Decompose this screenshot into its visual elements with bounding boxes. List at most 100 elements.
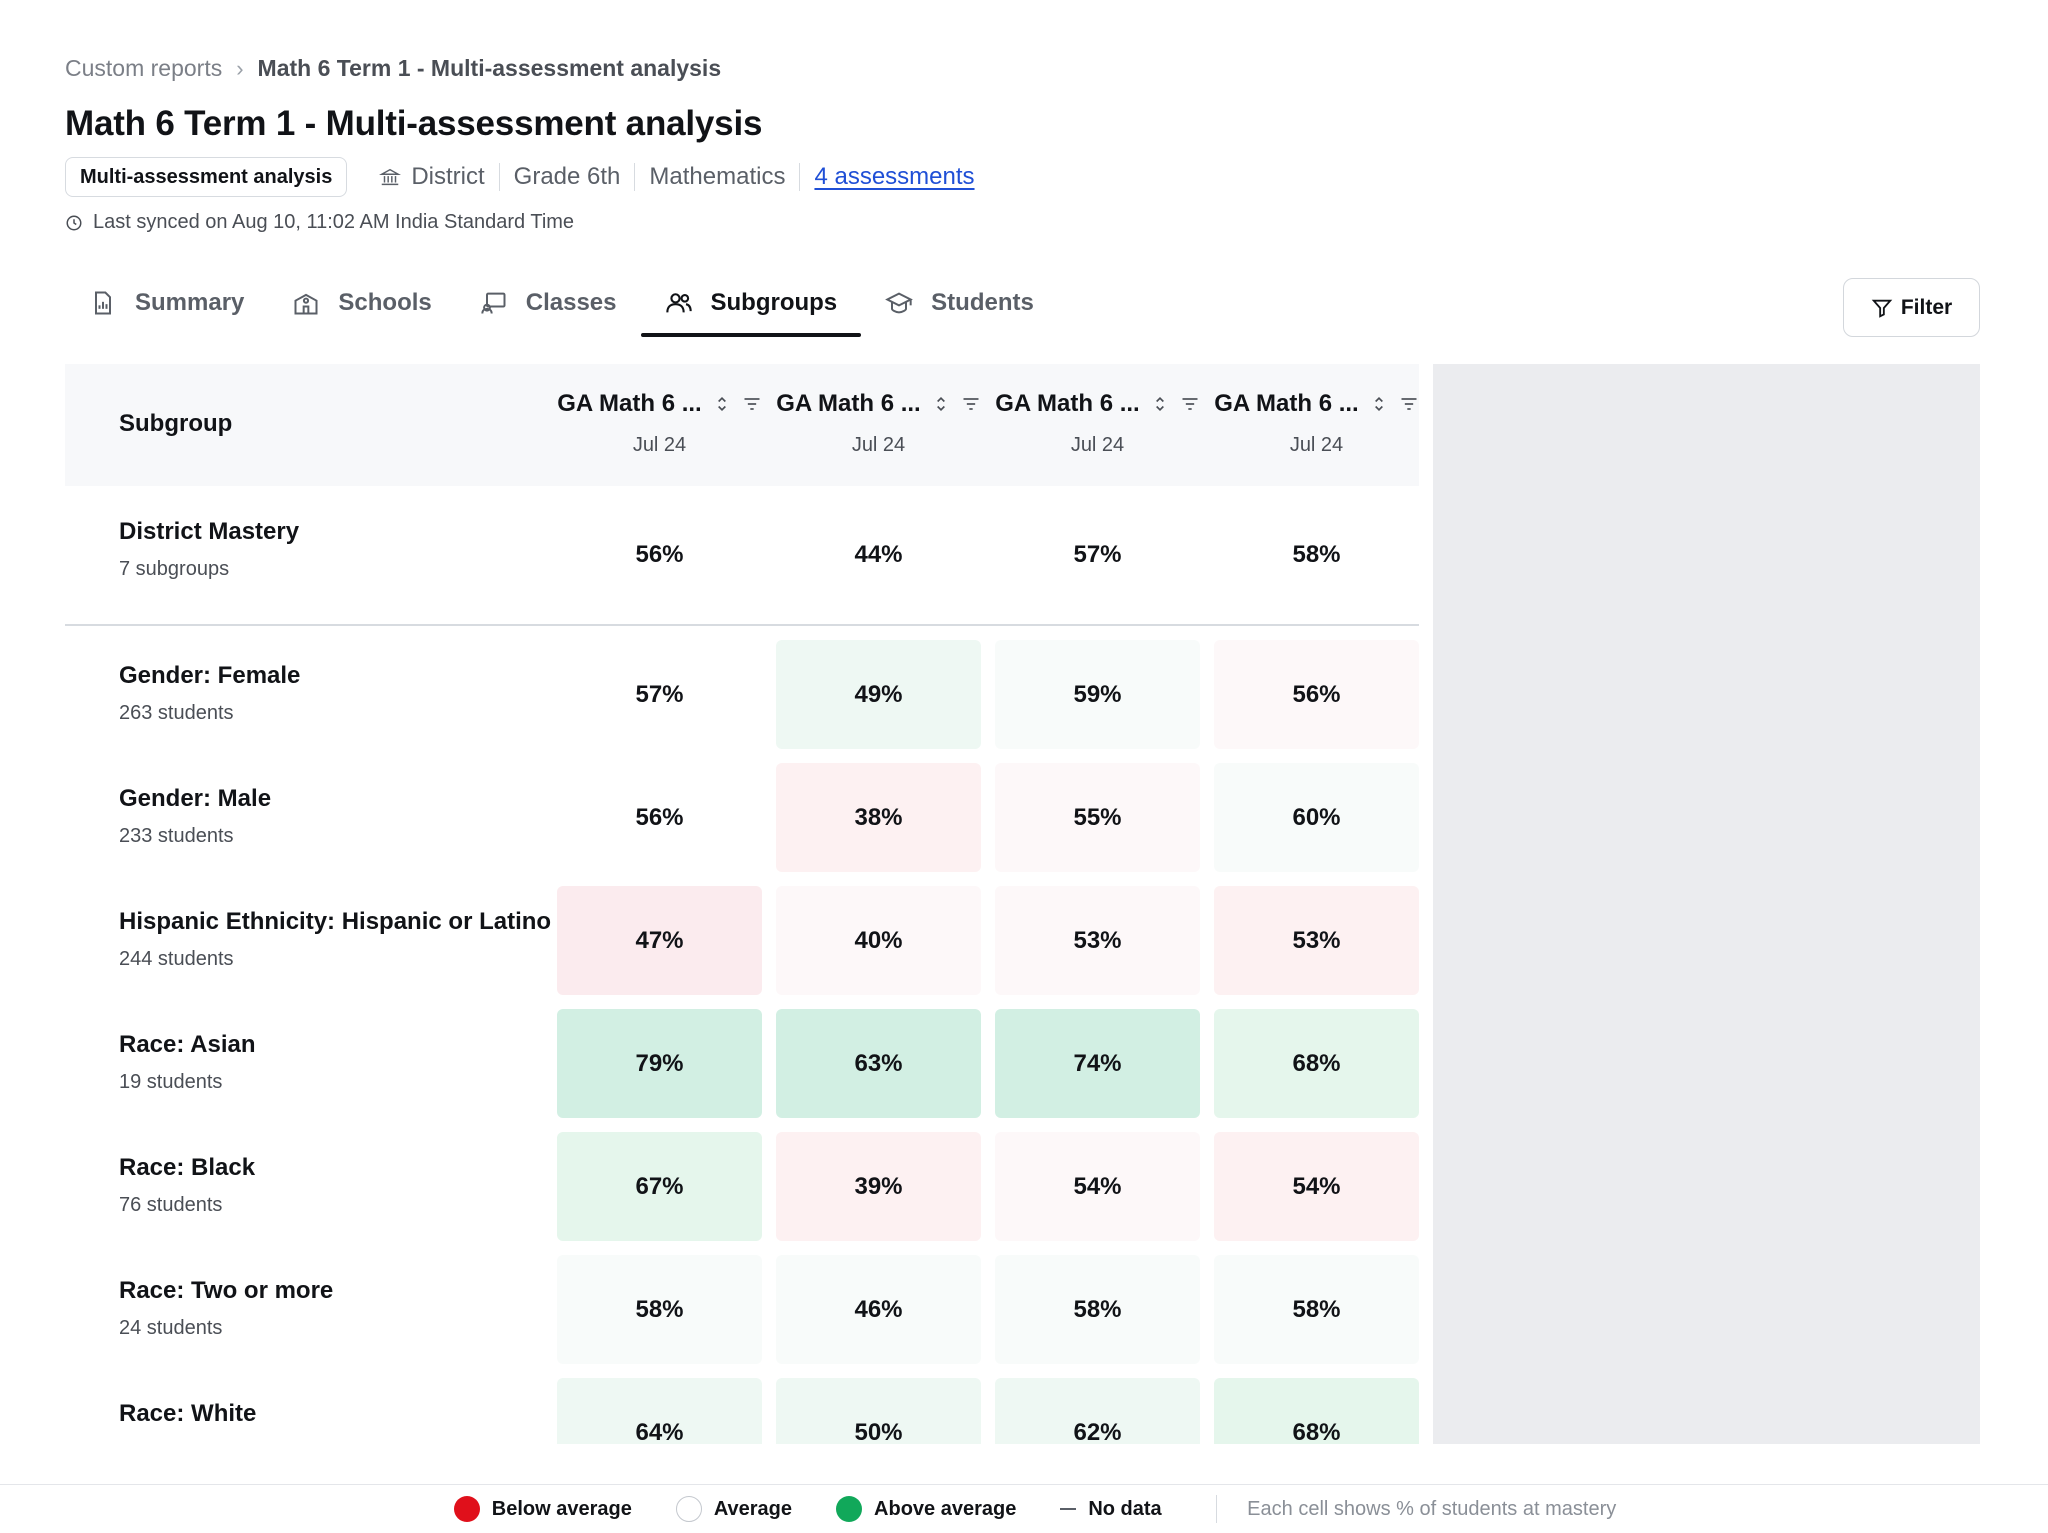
column-filter-icon[interactable] [961,394,981,414]
table-divider [65,624,1419,626]
legend-no-data: No data [1060,1497,1162,1521]
assessment-column-header: GA Math 6 ... Jul 24 [557,390,762,457]
sort-icon[interactable] [931,394,951,414]
row-count: 76 students [119,1194,223,1216]
classroom-icon [481,292,506,314]
row-name: Gender: Male [119,785,272,812]
mastery-cell[interactable]: 53% [995,886,1200,995]
assessment-title[interactable]: GA Math 6 ... [1214,390,1358,418]
tab-subgroups[interactable]: Subgroups [640,272,862,337]
row-name: District Mastery [119,518,300,545]
row-label: District Mastery 7 subgroups [119,518,299,581]
row-count: 19 students [119,1071,223,1093]
green-dot-icon [836,1496,863,1522]
mastery-cell[interactable]: 74% [995,1009,1200,1118]
column-filter-icon[interactable] [1180,394,1200,414]
mastery-cell[interactable]: 57% [557,640,762,749]
subgroup-column-header: Subgroup [119,410,233,437]
mastery-cell: 58% [1292,540,1341,568]
table-row: Race: Asian 19 students 79% 63% 74% 68% [65,1009,1419,1118]
mastery-cell[interactable]: 68% [1214,1378,1419,1444]
mastery-cell[interactable]: 54% [1214,1132,1419,1241]
mastery-cell[interactable]: 58% [995,1255,1200,1364]
mastery-cell[interactable]: 47% [557,886,762,995]
mastery-cell[interactable]: 64% [557,1378,762,1444]
tab-summary[interactable]: Summary [65,272,268,334]
mastery-cell[interactable]: 53% [1214,886,1419,995]
tab-students[interactable]: Students [861,272,1058,334]
tab-schools[interactable]: Schools [268,272,455,334]
tab-students-label: Students [931,289,1034,316]
row-name: Race: Two or more [119,1277,334,1304]
legend-no-data-label: No data [1088,1497,1162,1520]
tab-schools-label: Schools [338,289,432,316]
meta-level: District [365,163,498,191]
mastery-cell[interactable]: 56% [1214,640,1419,749]
mastery-cell[interactable]: 40% [776,886,981,995]
mastery-cell[interactable]: 46% [776,1255,981,1364]
row-label: Gender: Male 233 students [119,785,271,848]
clock-icon [66,215,82,230]
breadcrumb-custom-reports[interactable]: Custom reports [65,55,222,82]
mastery-cell[interactable]: 59% [995,640,1200,749]
mastery-cell: 57% [1073,540,1122,568]
assessment-title[interactable]: GA Math 6 ... [776,390,920,418]
table-row: Gender: Male 233 students 56% 38% 55% 60% [65,763,1419,872]
tab-classes[interactable]: Classes [456,272,641,334]
legend-below: Below average [453,1496,632,1522]
breadcrumb-current: Math 6 Term 1 - Multi-assessment analysi… [257,55,722,81]
legend-note: Each cell shows % of students at mastery [1247,1497,1617,1520]
filter-button[interactable]: Filter [1843,278,1980,337]
assessments-link[interactable]: 4 assessments [814,163,974,191]
mastery-cell[interactable]: 56% [557,763,762,872]
side-panel [1433,364,1980,1444]
mastery-cell: 44% [854,540,903,568]
row-label: Race: White [119,1400,256,1428]
mastery-cell[interactable]: 54% [995,1132,1200,1241]
legend: Below average Average Above average No d… [0,1484,2048,1533]
row-name: Gender: Female [119,662,301,689]
legend-average: Average [675,1496,793,1522]
mastery-cell[interactable]: 79% [557,1009,762,1118]
row-count: 24 students [119,1317,223,1339]
mastery-cell[interactable]: 39% [776,1132,981,1241]
assessment-title[interactable]: GA Math 6 ... [557,390,701,418]
mastery-cell[interactable]: 62% [995,1378,1200,1444]
assessment-date: Jul 24 [1289,434,1344,456]
mastery-cell[interactable]: 63% [776,1009,981,1118]
report-icon [95,291,111,315]
row-name: Race: White [119,1400,257,1427]
sort-icon[interactable] [712,394,732,414]
table-row: Race: Two or more 24 students 58% 46% 58% 58% [65,1255,1419,1364]
column-filter-icon[interactable] [1399,394,1419,414]
mastery-cell[interactable]: 38% [776,763,981,872]
assessment-column-header: GA Math 6 ... Jul 24 [1214,390,1419,457]
row-name: Race: Asian [119,1031,256,1058]
mastery-cell[interactable]: 55% [995,763,1200,872]
legend-below-label: Below average [491,1497,632,1520]
sync-text: Last synced on Aug 10, 11:02 AM India St… [93,211,575,233]
row-name: Hispanic Ethnicity: Hispanic or Latino [119,908,552,935]
mastery-cell[interactable]: 67% [557,1132,762,1241]
report-meta: Multi-assessment analysis District Grade… [65,157,989,197]
mastery-cell[interactable]: 58% [557,1255,762,1364]
mastery-cell[interactable]: 49% [776,640,981,749]
assessment-title[interactable]: GA Math 6 ... [995,390,1139,418]
assessment-column-header: GA Math 6 ... Jul 24 [776,390,981,457]
mastery-cell[interactable]: 58% [1214,1255,1419,1364]
column-filter-icon[interactable] [742,394,762,414]
sort-icon[interactable] [1150,394,1170,414]
tab-summary-label: Summary [135,289,245,316]
tab-classes-label: Classes [525,289,617,316]
sort-icon[interactable] [1369,394,1389,414]
legend-average-label: Average [713,1497,793,1520]
tab-subgroups-label: Subgroups [710,289,838,316]
mastery-cell[interactable]: 50% [776,1378,981,1444]
filter-icon [1871,299,1893,318]
mastery-cell[interactable]: 68% [1214,1009,1419,1118]
legend-above: Above average [836,1496,1016,1522]
mastery-cell[interactable]: 60% [1214,763,1419,872]
breadcrumb: Custom reports › Math 6 Term 1 - Multi-a… [65,55,721,82]
district-mastery-row: District Mastery 7 subgroups 56% 44% 57%… [65,486,1419,624]
row-count: 7 subgroups [119,558,230,580]
